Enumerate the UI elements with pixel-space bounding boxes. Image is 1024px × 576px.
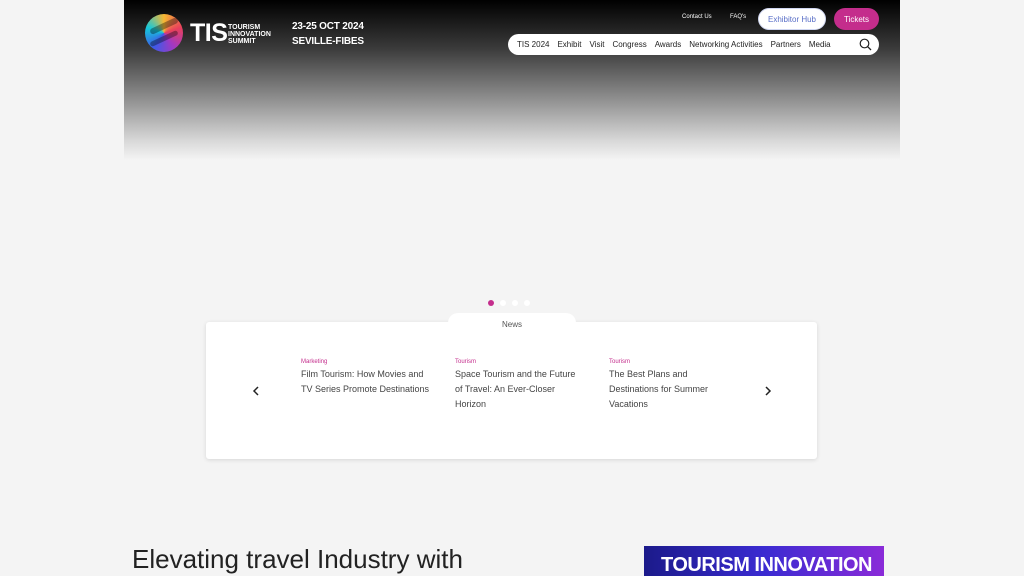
faqs-link[interactable]: FAQ's [730, 14, 746, 20]
carousel-dot-4[interactable] [524, 300, 530, 306]
news-title[interactable]: The Best Plans and Destinations for Summ… [609, 367, 739, 412]
news-item-2[interactable]: Tourism Space Tourism and the Future of … [455, 359, 585, 412]
news-title[interactable]: Space Tourism and the Future of Travel: … [455, 367, 585, 412]
news-tab[interactable]: News [448, 313, 576, 335]
logo-line-1: TOURISM [228, 24, 261, 31]
main-nav: TIS 2024 Exhibit Visit Congress Awards N… [508, 34, 879, 55]
carousel-dot-1[interactable] [488, 300, 494, 306]
news-category: Marketing [301, 359, 328, 365]
news-panel: Marketing Film Tourism: How Movies and T… [206, 322, 817, 459]
logo-line-2: INNOVATION [228, 31, 271, 38]
nav-item-tis-2024[interactable]: TIS 2024 [517, 40, 549, 49]
logo-line-3: SUMMIT [228, 38, 256, 45]
logo-abbr: TIS [190, 19, 228, 47]
carousel-dot-2[interactable] [500, 300, 506, 306]
search-icon[interactable] [859, 38, 872, 51]
news-category: Tourism [455, 359, 477, 365]
nav-item-congress[interactable]: Congress [612, 40, 646, 49]
globe-logo-icon [145, 14, 183, 52]
nav-item-exhibit[interactable]: Exhibit [557, 40, 581, 49]
nav-item-media[interactable]: Media [809, 40, 831, 49]
nav-item-partners[interactable]: Partners [771, 40, 801, 49]
contact-us-link[interactable]: Contact Us [682, 14, 712, 20]
event-dates: 23-25 OCT 2024 [292, 21, 364, 32]
nav-item-visit[interactable]: Visit [589, 40, 604, 49]
chevron-left-icon[interactable] [250, 384, 262, 398]
tis-logo[interactable]: TIS TOURISM INNOVATION SUMMIT [145, 13, 285, 53]
carousel-pagination [488, 300, 530, 306]
tickets-button[interactable]: Tickets [834, 8, 879, 30]
logo-subtitle: TOURISM INNOVATION SUMMIT [228, 24, 288, 45]
promo-banner[interactable]: TOURISM INNOVATION [644, 546, 884, 576]
page-headline: Elevating travel Industry with [132, 544, 463, 574]
nav-item-awards[interactable]: Awards [655, 40, 682, 49]
event-location: SEVILLE-FIBES [292, 36, 364, 47]
news-item-3[interactable]: Tourism The Best Plans and Destinations … [609, 359, 739, 412]
carousel-dot-3[interactable] [512, 300, 518, 306]
exhibitor-hub-button[interactable]: Exhibitor Hub [758, 8, 826, 30]
news-title[interactable]: Film Tourism: How Movies and TV Series P… [301, 367, 431, 397]
chevron-right-icon[interactable] [762, 384, 774, 398]
nav-item-networking[interactable]: Networking Activities [689, 40, 762, 49]
news-category: Tourism [609, 359, 631, 365]
news-item-1[interactable]: Marketing Film Tourism: How Movies and T… [301, 359, 431, 397]
event-info: 23-25 OCT 2024 SEVILLE-FIBES [292, 19, 364, 49]
promo-banner-text: TOURISM INNOVATION [661, 554, 873, 576]
